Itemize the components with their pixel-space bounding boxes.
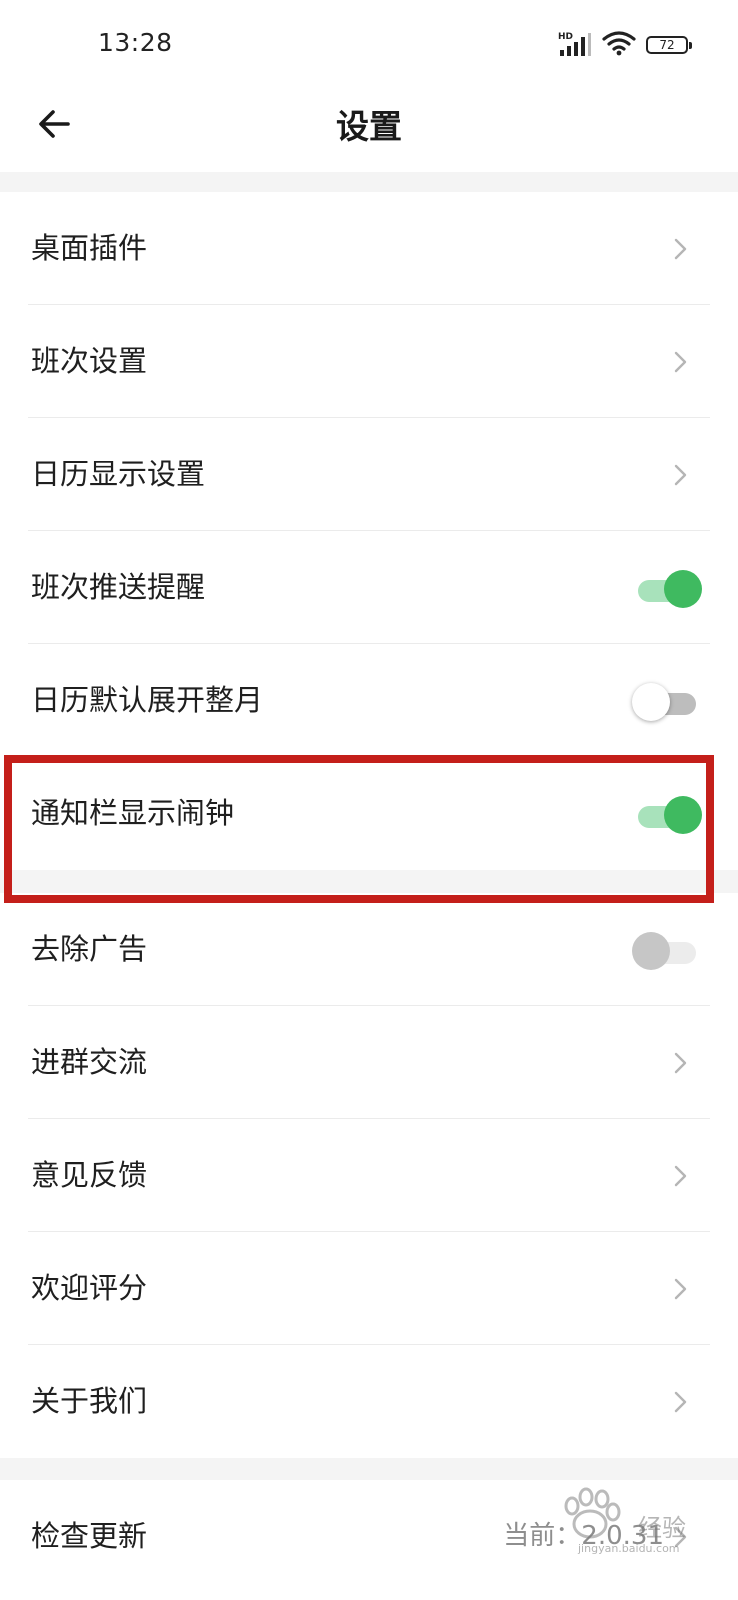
battery-icon: 72 [646,36,692,54]
settings-item-shift-push-reminder: 班次推送提醒 [0,531,738,644]
shift-push-reminder-toggle[interactable] [632,570,702,608]
settings-item-label: 班次设置 [31,344,148,378]
chevron-right-icon [674,464,687,486]
chevron-right-icon [674,1391,687,1413]
settings-item-join-group[interactable]: 进群交流 [0,1006,738,1119]
settings-item-label: 进群交流 [31,1045,148,1079]
toggle-knob [632,932,670,970]
settings-item-check-update[interactable]: 检查更新 当前：2.0.31 [0,1480,738,1593]
section-separator [0,870,738,893]
calendar-expand-month-toggle[interactable] [632,683,702,721]
chevron-right-icon [674,351,687,373]
settings-item-feedback[interactable]: 意见反馈 [0,1119,738,1232]
chevron-right-icon [674,1052,687,1074]
status-time: 13:28 [98,28,173,57]
settings-item-label: 日历显示设置 [31,457,206,491]
app-header: 设置 [0,88,738,172]
current-version: 当前：2.0.31 [503,1521,664,1551]
section-separator [0,172,738,192]
section-separator [0,1458,738,1480]
settings-item-label: 班次推送提醒 [31,570,206,604]
settings-item-label: 欢迎评分 [31,1271,148,1305]
status-icons: HD 72 [558,30,692,60]
settings-item-notification-alarm: 通知栏显示闹钟 [0,757,738,870]
settings-item-calendar-expand-month: 日历默认展开整月 [0,644,738,757]
page-title: 设置 [336,107,402,146]
cell-signal-icon: HD [558,32,592,58]
wifi-icon [602,30,636,60]
settings-item-calendar-display[interactable]: 日历显示设置 [0,418,738,531]
settings-item-remove-ads: 去除广告 [0,893,738,1006]
toggle-knob [664,570,702,608]
settings-item-label: 关于我们 [31,1384,148,1418]
settings-item-label: 意见反馈 [31,1158,148,1192]
settings-item-rate-app[interactable]: 欢迎评分 [0,1232,738,1345]
chevron-right-icon [674,1165,687,1187]
settings-item-label: 检查更新 [31,1519,148,1553]
toggle-knob [664,796,702,834]
chevron-right-icon [674,1526,687,1548]
settings-item-label: 日历默认展开整月 [31,683,264,717]
status-bar: 13:28 HD 72 [0,0,738,88]
chevron-right-icon [674,1278,687,1300]
settings-item-label: 去除广告 [31,932,148,966]
toggle-knob [632,683,670,721]
settings-item-desktop-widget[interactable]: 桌面插件 [0,192,738,305]
notification-alarm-toggle[interactable] [632,796,702,834]
settings-item-label: 通知栏显示闹钟 [31,796,235,830]
settings-item-shift-settings[interactable]: 班次设置 [0,305,738,418]
settings-item-label: 桌面插件 [31,231,148,265]
battery-level: 72 [659,38,675,52]
chevron-right-icon [674,238,687,260]
settings-item-about-us[interactable]: 关于我们 [0,1345,738,1458]
remove-ads-toggle[interactable] [632,932,702,970]
